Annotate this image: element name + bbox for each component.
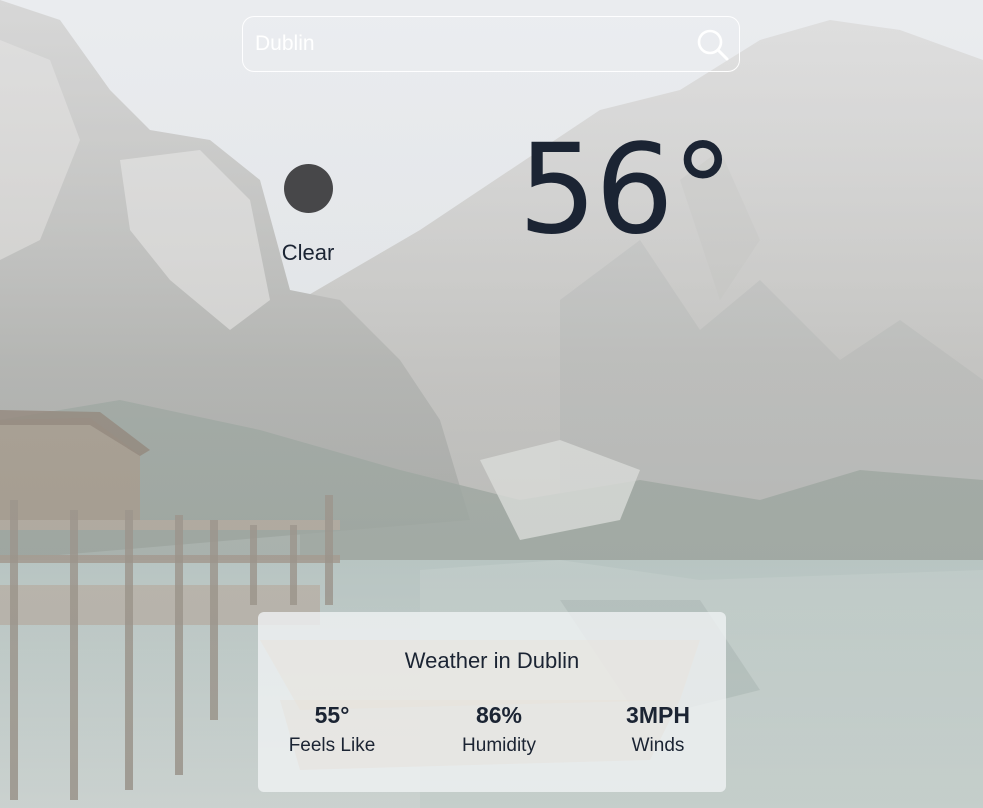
humidity-value: 86% <box>475 702 523 728</box>
humidity-label: Humidity <box>462 735 536 756</box>
card-title: Weather in Dublin <box>404 648 580 673</box>
weather-icon <box>284 164 333 213</box>
feels-like-value: 55° <box>314 702 350 728</box>
search-button[interactable] <box>695 27 731 63</box>
feels-like-label: Feels Like <box>288 735 376 756</box>
search-icon <box>697 29 729 61</box>
search-bar <box>242 16 740 72</box>
weather-details-card: Weather in Dublin 55° Feels Like 86% Hum… <box>258 612 726 792</box>
current-temperature: 56° <box>518 118 734 262</box>
winds-value: 3MPH <box>626 702 690 728</box>
winds-stat: 3MPH Winds <box>583 702 733 757</box>
winds-label: Winds <box>631 735 685 756</box>
search-input[interactable] <box>255 27 675 61</box>
weather-condition: Clear <box>281 240 335 265</box>
feels-like-stat: 55° Feels Like <box>257 702 407 757</box>
humidity-stat: 86% Humidity <box>424 702 574 757</box>
